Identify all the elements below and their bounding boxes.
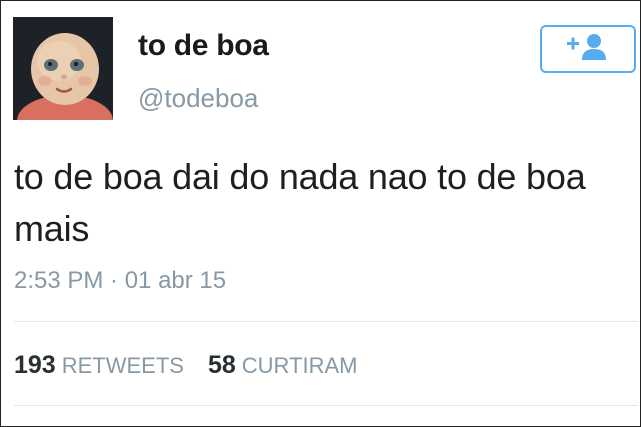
retweets-label[interactable]: RETWEETS xyxy=(62,353,184,379)
follow-button[interactable] xyxy=(540,25,636,73)
retweets-count[interactable]: 193 xyxy=(14,351,56,380)
user-handle[interactable]: @todeboa xyxy=(138,83,258,114)
tweet-stats: 193 RETWEETS 58 CURTIRAM xyxy=(14,351,381,380)
divider-top xyxy=(14,321,638,322)
avatar[interactable] xyxy=(13,17,113,120)
divider-bottom xyxy=(14,405,638,406)
tweet-card: to de boa @todeboa to de boa dai do nada… xyxy=(0,0,641,427)
likes-label[interactable]: CURTIRAM xyxy=(242,353,358,379)
display-name[interactable]: to de boa xyxy=(138,29,269,63)
add-user-icon xyxy=(564,32,612,67)
tweet-timestamp[interactable]: 2:53 PM · 01 abr 15 xyxy=(14,267,226,295)
likes-count[interactable]: 58 xyxy=(208,351,236,380)
tweet-text: to de boa dai do nada nao to de boa mais xyxy=(14,156,586,249)
